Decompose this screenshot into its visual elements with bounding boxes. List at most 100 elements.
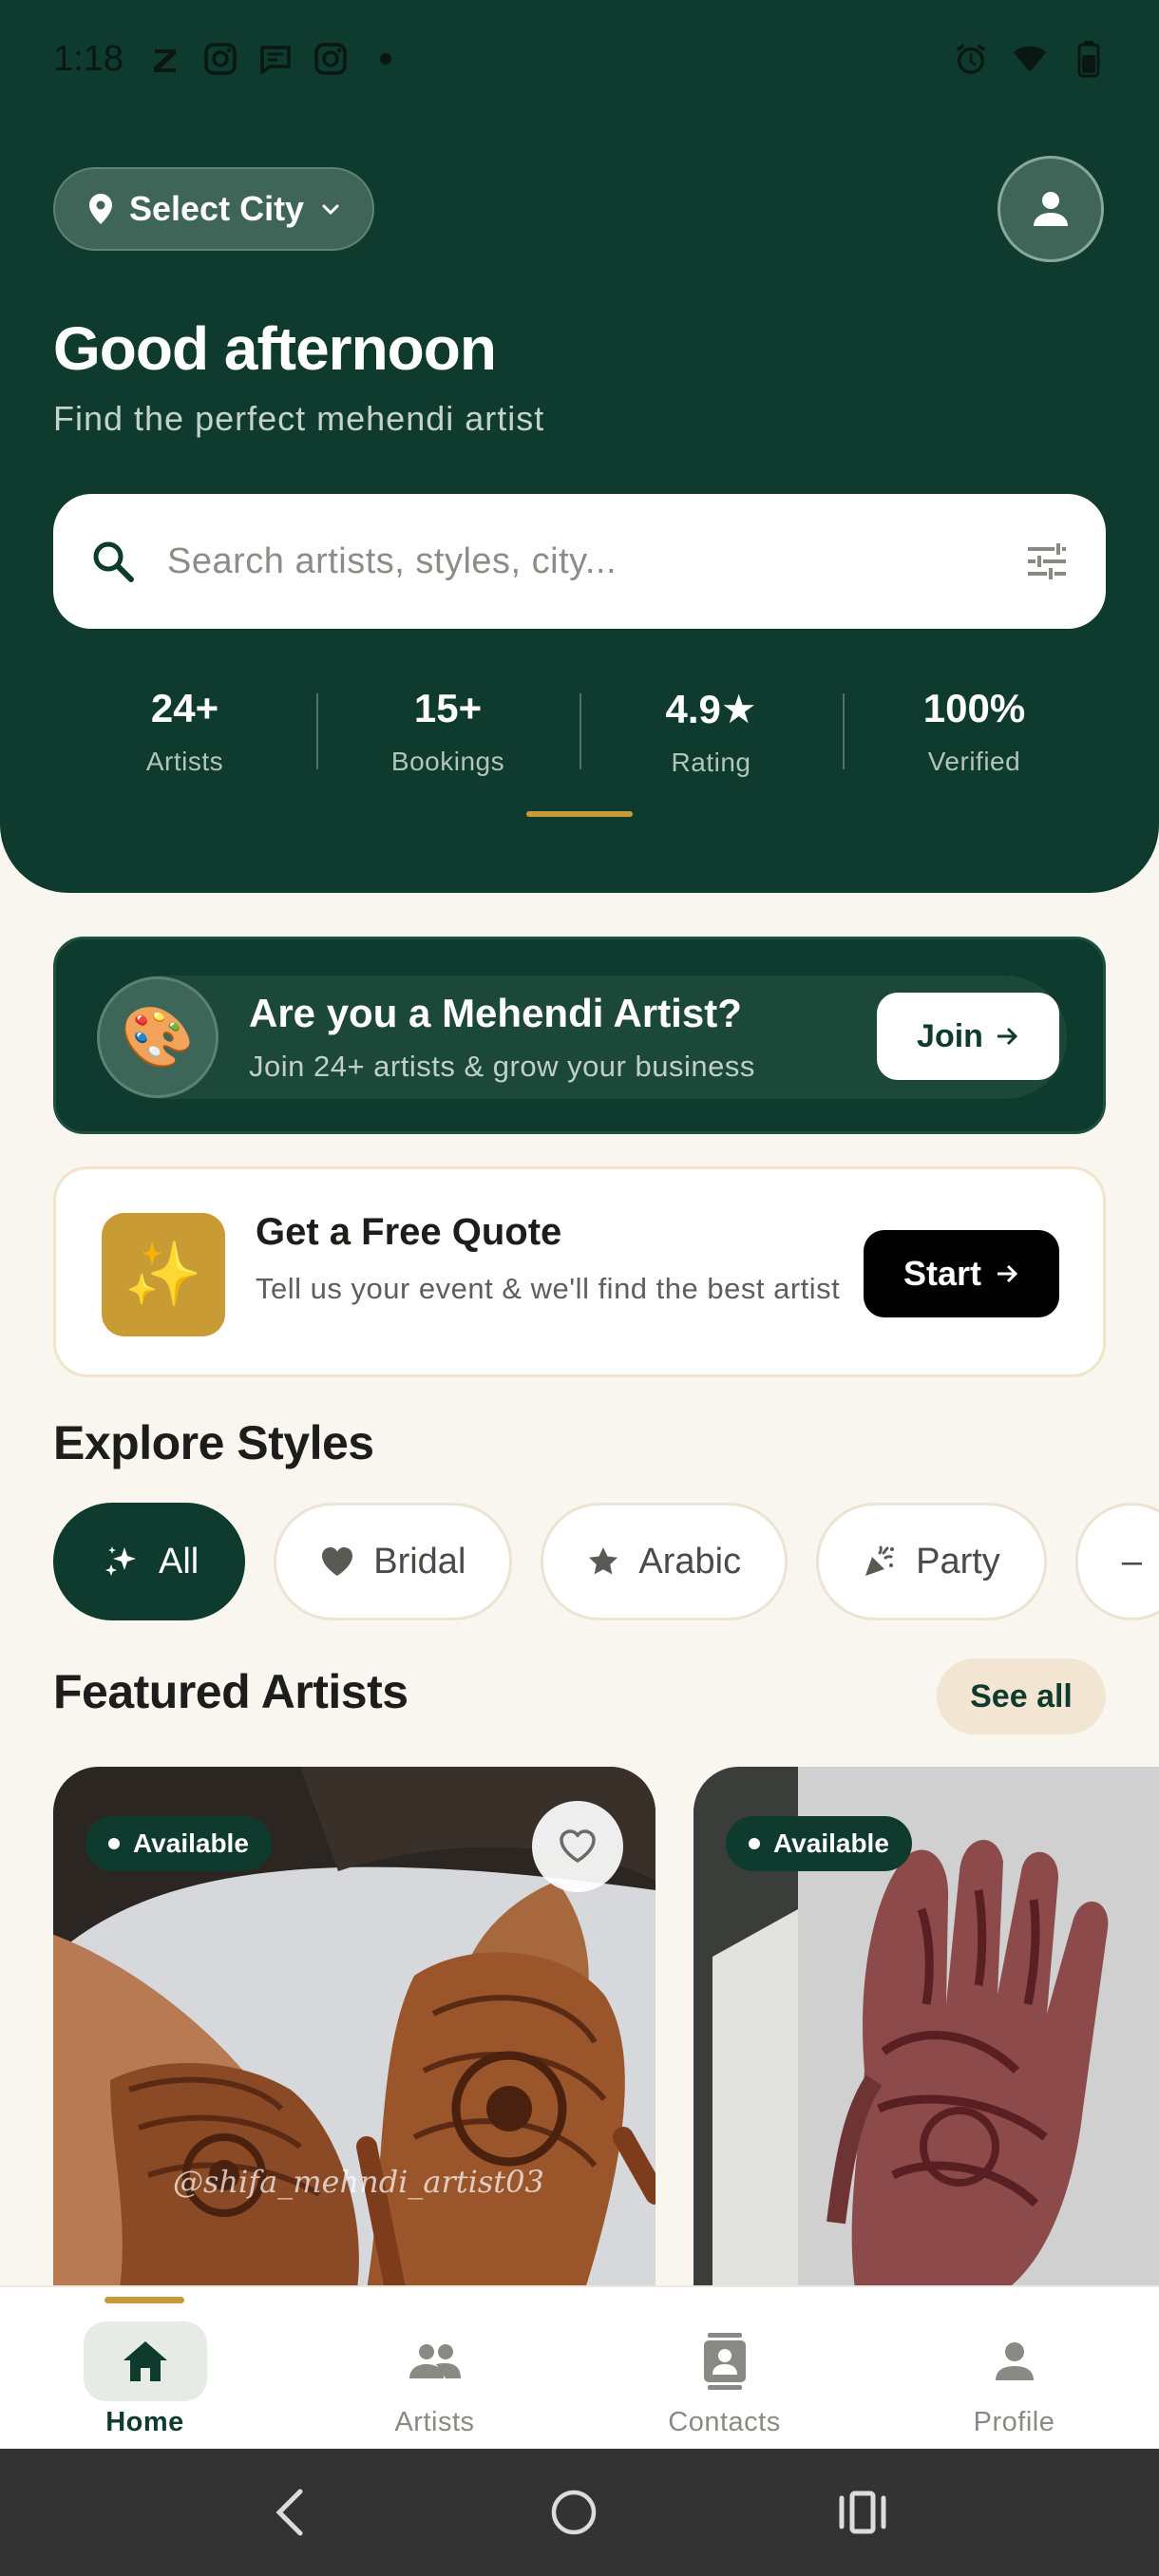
palette-icon: 🎨 bbox=[97, 976, 218, 1098]
sparkles-icon: ✨ bbox=[102, 1213, 225, 1336]
nav-label: Home bbox=[105, 2407, 184, 2437]
free-quote-card[interactable]: ✨ Get a Free Quote Tell us your event & … bbox=[53, 1166, 1106, 1377]
zomato-icon bbox=[148, 42, 182, 76]
greeting-title: Good afternoon bbox=[53, 314, 497, 383]
people-icon bbox=[408, 2344, 461, 2378]
join-button[interactable]: Join bbox=[877, 993, 1059, 1080]
stats-page-indicator bbox=[526, 811, 633, 817]
instagram-icon bbox=[203, 42, 238, 76]
heart-icon bbox=[322, 1547, 353, 1576]
stat-verified: 100% Verified bbox=[843, 680, 1106, 785]
availability-badge: Available bbox=[86, 1816, 272, 1871]
nav-icon-container bbox=[663, 2321, 787, 2401]
become-artist-title: Are you a Mehendi Artist? bbox=[249, 991, 742, 1035]
featured-artists-title: Featured Artists bbox=[53, 1665, 408, 1718]
chip-arabic[interactable]: Arabic bbox=[541, 1503, 788, 1620]
greeting-subtitle: Find the perfect mehendi artist bbox=[53, 399, 545, 438]
chip-label: – bbox=[1121, 1541, 1142, 1582]
arrow-right-icon bbox=[997, 1027, 1018, 1046]
nav-icon-container bbox=[373, 2321, 497, 2401]
profile-avatar-button[interactable] bbox=[998, 156, 1104, 262]
nav-home[interactable]: Home bbox=[0, 2287, 290, 2451]
heart-outline-icon bbox=[560, 1829, 596, 1863]
recent-apps-icon[interactable] bbox=[838, 2491, 887, 2534]
see-all-button[interactable]: See all bbox=[937, 1658, 1106, 1734]
nav-artists[interactable]: Artists bbox=[290, 2287, 580, 2451]
system-navigation-bar bbox=[0, 2449, 1159, 2576]
stat-value: 15+ bbox=[413, 686, 483, 730]
stat-rating: 4.9★ Rating bbox=[580, 680, 843, 785]
stat-bookings: 15+ Bookings bbox=[316, 680, 580, 785]
search-bar[interactable]: Search artists, styles, city... bbox=[53, 494, 1106, 629]
notification-dot-icon bbox=[369, 42, 403, 76]
party-popper-icon bbox=[865, 1545, 895, 1576]
wifi-icon bbox=[1013, 42, 1047, 76]
nav-contacts[interactable]: Contacts bbox=[580, 2287, 869, 2451]
join-button-label: Join bbox=[917, 1017, 983, 1054]
status-time: 1:18 bbox=[53, 38, 124, 79]
back-icon[interactable] bbox=[272, 2488, 310, 2537]
availability-label: Available bbox=[133, 1828, 249, 1858]
stat-value: 4.9★ bbox=[665, 687, 757, 731]
become-artist-banner[interactable]: 🎨 Are you a Mehendi Artist? Join 24+ art… bbox=[53, 937, 1106, 1134]
alarm-icon bbox=[954, 42, 988, 76]
stats-row: 24+ Artists 15+ Bookings 4.9★ Rating 100… bbox=[53, 680, 1106, 785]
chip-more[interactable]: – bbox=[1074, 1503, 1159, 1620]
sparkle-icon bbox=[105, 1546, 136, 1576]
explore-styles-title: Explore Styles bbox=[53, 1416, 374, 1469]
stat-divider bbox=[316, 693, 318, 769]
person-icon bbox=[1034, 192, 1068, 226]
nav-label: Artists bbox=[394, 2407, 475, 2437]
chip-label: All bbox=[159, 1541, 200, 1582]
stat-value: 100% bbox=[922, 686, 1026, 730]
chip-bridal[interactable]: Bridal bbox=[274, 1503, 513, 1620]
stat-label: Bookings bbox=[390, 747, 505, 776]
chip-label: Arabic bbox=[638, 1541, 742, 1582]
stat-label: Artists bbox=[145, 747, 224, 776]
chip-label: Party bbox=[916, 1541, 1000, 1582]
status-bar: 1:18 bbox=[0, 0, 1159, 118]
artist-card[interactable]: Available bbox=[694, 1767, 1159, 2289]
favorite-button[interactable] bbox=[532, 1801, 623, 1892]
stat-divider bbox=[843, 693, 845, 769]
chip-label: Bridal bbox=[373, 1541, 466, 1582]
stat-value: 24+ bbox=[150, 686, 219, 730]
select-city-button[interactable]: Select City bbox=[53, 167, 374, 251]
bottom-navigation: Home Artists Contacts Profile bbox=[0, 2285, 1159, 2449]
search-input[interactable]: Search artists, styles, city... bbox=[167, 541, 617, 582]
available-dot-icon bbox=[749, 1838, 760, 1849]
chevron-down-icon bbox=[322, 204, 339, 216]
start-button[interactable]: Start bbox=[864, 1230, 1059, 1317]
stat-artists: 24+ Artists bbox=[53, 680, 316, 785]
photo-watermark: @shifa_mehndi_artist03 bbox=[173, 2164, 544, 2200]
nav-label: Profile bbox=[973, 2407, 1055, 2437]
nav-profile[interactable]: Profile bbox=[869, 2287, 1159, 2451]
nav-icon-container bbox=[83, 2321, 207, 2401]
filter-icon[interactable] bbox=[1026, 542, 1068, 580]
arrow-right-icon bbox=[998, 1264, 1018, 1283]
availability-badge: Available bbox=[726, 1816, 912, 1871]
person-icon bbox=[995, 2342, 1034, 2380]
battery-icon bbox=[1072, 41, 1106, 78]
become-artist-subtitle: Join 24+ artists & grow your business bbox=[249, 1050, 755, 1083]
star-icon bbox=[589, 1547, 618, 1575]
artist-card[interactable]: Available @shifa_mehndi_artist03 bbox=[53, 1767, 656, 2289]
message-icon bbox=[258, 42, 293, 76]
select-city-label: Select City bbox=[129, 189, 305, 228]
free-quote-subtitle: Tell us your event & we'll find the best… bbox=[256, 1272, 841, 1305]
nav-label: Contacts bbox=[668, 2407, 781, 2437]
chip-party[interactable]: Party bbox=[816, 1503, 1047, 1620]
location-pin-icon bbox=[89, 194, 112, 224]
availability-label: Available bbox=[773, 1828, 889, 1858]
stat-label: Rating bbox=[671, 748, 751, 777]
chip-all[interactable]: All bbox=[53, 1503, 246, 1620]
contacts-icon bbox=[703, 2333, 746, 2390]
header: 1:18 Select City Good afternoon Find the… bbox=[0, 0, 1159, 893]
available-dot-icon bbox=[108, 1838, 120, 1849]
home-circle-icon[interactable] bbox=[550, 2489, 598, 2536]
instagram-icon bbox=[314, 42, 348, 76]
home-icon bbox=[123, 2341, 167, 2381]
free-quote-title: Get a Free Quote bbox=[256, 1211, 562, 1253]
start-button-label: Start bbox=[902, 1254, 982, 1293]
stat-label: Verified bbox=[927, 747, 1021, 776]
